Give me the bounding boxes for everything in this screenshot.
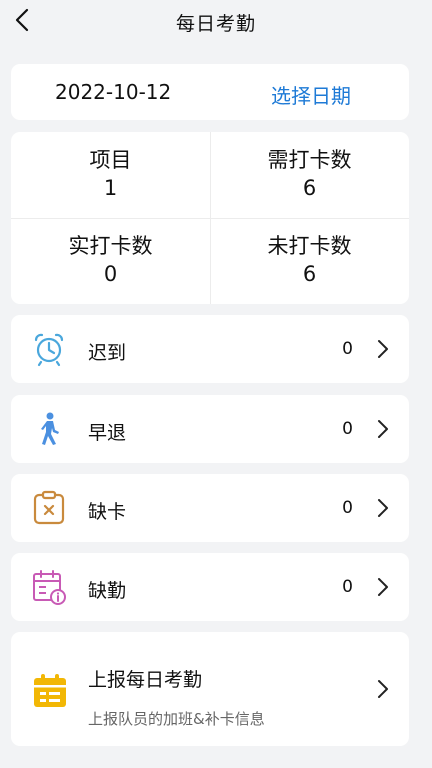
stat-required-punches: 需打卡数 6 xyxy=(210,132,409,218)
row-count: 0 xyxy=(342,339,353,359)
row-label: 缺勤 xyxy=(88,580,127,602)
row-count: 0 xyxy=(342,419,353,439)
stat-value: 1 xyxy=(103,176,118,200)
stat-label: 需打卡数 xyxy=(267,148,352,172)
stat-label: 未打卡数 xyxy=(267,234,352,258)
top-bar: 每日考勤 xyxy=(0,0,432,44)
stat-value: 6 xyxy=(302,262,317,286)
row-count: 0 xyxy=(342,577,353,597)
chevron-right-icon xyxy=(378,499,388,517)
stat-missed-punches: 未打卡数 6 xyxy=(210,218,409,304)
row-label: 缺卡 xyxy=(88,501,127,523)
calendar-report-icon xyxy=(34,674,66,707)
row-absence[interactable]: 缺勤 0 xyxy=(11,553,409,621)
report-subtitle: 上报队员的加班&补卡信息 xyxy=(88,710,265,728)
date-bar: 2022-10-12 选择日期 xyxy=(11,64,409,120)
page-title: 每日考勤 xyxy=(175,13,256,35)
stat-label: 项目 xyxy=(89,148,132,172)
row-label: 迟到 xyxy=(88,342,127,364)
stat-projects: 项目 1 xyxy=(11,132,210,218)
stat-value: 6 xyxy=(302,176,317,200)
walking-person-icon xyxy=(41,412,59,445)
row-leave-early[interactable]: 早退 0 xyxy=(11,395,409,463)
clipboard-x-icon xyxy=(33,490,65,525)
chevron-right-icon xyxy=(378,680,388,698)
report-title: 上报每日考勤 xyxy=(88,669,203,691)
stat-label: 实打卡数 xyxy=(68,234,153,258)
select-date-button[interactable]: 选择日期 xyxy=(271,80,351,109)
row-late[interactable]: 迟到 0 xyxy=(11,315,409,383)
row-missing-punch[interactable]: 缺卡 0 xyxy=(11,474,409,542)
stats-panel: 项目 1 需打卡数 6 实打卡数 0 未打卡数 6 xyxy=(11,132,409,304)
row-count: 0 xyxy=(342,498,353,518)
current-date: 2022-10-12 xyxy=(55,80,172,104)
chevron-right-icon xyxy=(378,578,388,596)
stat-value: 0 xyxy=(103,262,118,286)
alarm-clock-icon xyxy=(34,333,64,367)
stat-actual-punches: 实打卡数 0 xyxy=(11,218,210,304)
report-attendance-card[interactable]: 上报每日考勤 上报队员的加班&补卡信息 xyxy=(11,632,409,746)
chevron-right-icon xyxy=(378,420,388,438)
chevron-right-icon xyxy=(378,340,388,358)
calendar-info-icon xyxy=(33,570,66,605)
row-label: 早退 xyxy=(88,422,127,444)
